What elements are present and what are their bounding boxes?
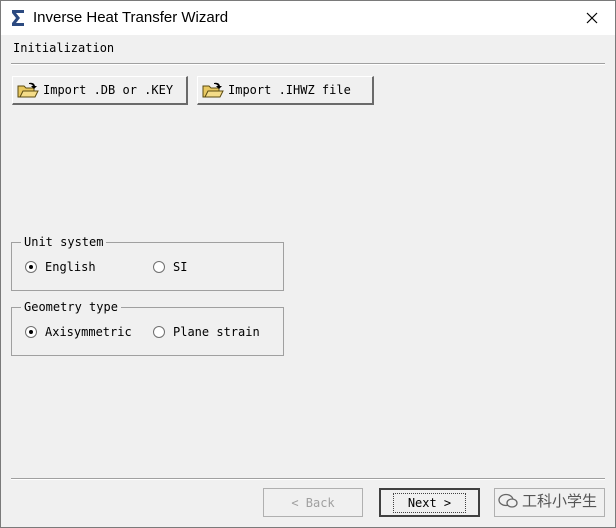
app-logo-icon	[12, 10, 24, 26]
next-button-label: Next >	[392, 492, 467, 513]
next-button[interactable]: Next >	[379, 488, 480, 517]
radio-plane-strain-label: Plane strain	[173, 325, 260, 339]
radio-si[interactable]: SI	[153, 260, 187, 274]
radio-english-label: English	[45, 260, 96, 274]
watermark: 工科小学生	[498, 490, 597, 511]
radio-axisymmetric-label: Axisymmetric	[45, 325, 132, 339]
radio-axisymmetric[interactable]: Axisymmetric	[25, 325, 132, 339]
close-button[interactable]	[569, 1, 615, 35]
geometry-type-legend: Geometry type	[21, 300, 121, 314]
radio-english[interactable]: English	[25, 260, 96, 274]
bottom-divider	[11, 478, 605, 480]
radio-si-indicator[interactable]	[153, 261, 165, 273]
close-icon	[586, 12, 598, 24]
radio-plane-strain[interactable]: Plane strain	[153, 325, 260, 339]
watermark-text: 工科小学生	[522, 492, 598, 510]
import-ihwz-button[interactable]: Import .IHWZ file	[197, 76, 374, 105]
window-title: Inverse Heat Transfer Wizard	[33, 9, 229, 26]
import-ihwz-label: Import .IHWZ file	[228, 83, 351, 97]
radio-axisymmetric-indicator[interactable]	[25, 326, 37, 338]
open-folder-icon	[17, 82, 39, 98]
back-button[interactable]: < Back	[263, 488, 363, 517]
radio-english-indicator[interactable]	[25, 261, 37, 273]
radio-si-label: SI	[173, 260, 188, 274]
wechat-icon	[498, 493, 518, 508]
geometry-type-group: Geometry type Axisymmetric Plane strain	[11, 300, 284, 356]
top-divider	[11, 63, 605, 65]
title-bar[interactable]: Inverse Heat Transfer Wizard	[1, 1, 615, 35]
unit-system-group: Unit system English SI	[11, 235, 284, 291]
section-title: Initialization	[13, 41, 115, 55]
import-db-label: Import .DB or .KEY	[43, 83, 174, 97]
wizard-window: Inverse Heat Transfer Wizard Initializat…	[0, 0, 616, 528]
radio-plane-strain-indicator[interactable]	[153, 326, 165, 338]
import-db-button[interactable]: Import .DB or .KEY	[12, 76, 188, 105]
unit-system-legend: Unit system	[21, 235, 107, 249]
open-folder-icon	[202, 82, 224, 98]
